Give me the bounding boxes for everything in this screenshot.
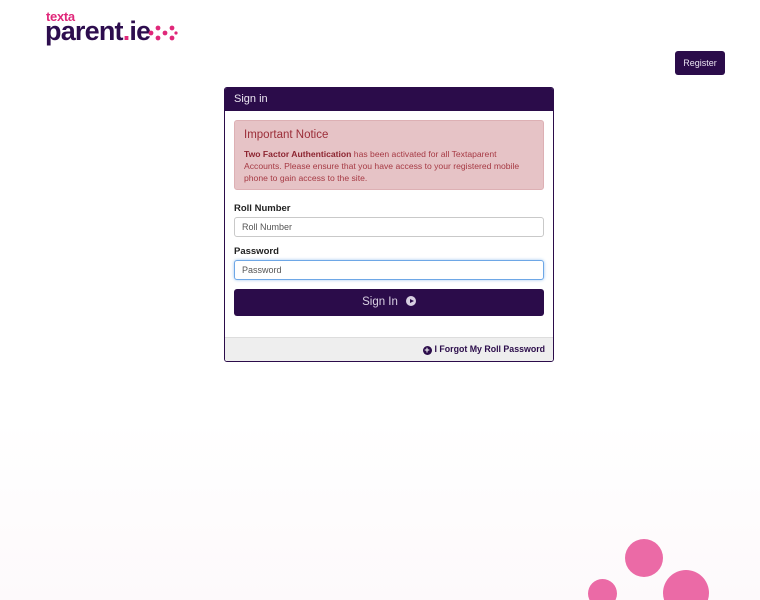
password-input[interactable]	[234, 260, 544, 280]
notice-text: Two Factor Authentication has been activ…	[244, 148, 534, 184]
signin-panel-body: Important Notice Two Factor Authenticati…	[225, 111, 553, 316]
forgot-password-label: I Forgot My Roll Password	[434, 344, 545, 354]
roll-number-input[interactable]	[234, 217, 544, 237]
dots-arrow-icon	[148, 25, 178, 41]
notice-bold: Two Factor Authentication	[244, 149, 352, 159]
forgot-password-link[interactable]: + I Forgot My Roll Password	[422, 344, 545, 355]
signin-panel-footer: + I Forgot My Roll Password	[225, 337, 553, 361]
circle-arrow-right-icon	[405, 296, 416, 306]
signin-panel: Sign in Important Notice Two Factor Auth…	[224, 87, 554, 362]
decorative-bubble-left	[588, 579, 617, 600]
textaparent-logo[interactable]: texta parent.ie	[45, 10, 180, 46]
logo-parent-word: parent	[45, 16, 124, 46]
password-label: Password	[234, 246, 279, 257]
notice-title: Important Notice	[244, 129, 329, 141]
signin-panel-title: Sign in	[225, 88, 553, 111]
sign-in-button[interactable]: Sign In	[234, 289, 544, 316]
plus-circle-icon: +	[422, 345, 432, 355]
sign-in-label: Sign In	[362, 296, 398, 308]
decorative-bubble-top	[625, 539, 663, 577]
decorative-bubble-right	[663, 570, 709, 600]
roll-number-label: Roll Number	[234, 203, 291, 214]
register-button[interactable]: Register	[675, 51, 725, 75]
important-notice: Important Notice Two Factor Authenticati…	[234, 120, 544, 190]
logo-parent: parent.ie	[45, 16, 151, 46]
page: texta parent.ie Register Sign in Importa…	[0, 0, 760, 600]
